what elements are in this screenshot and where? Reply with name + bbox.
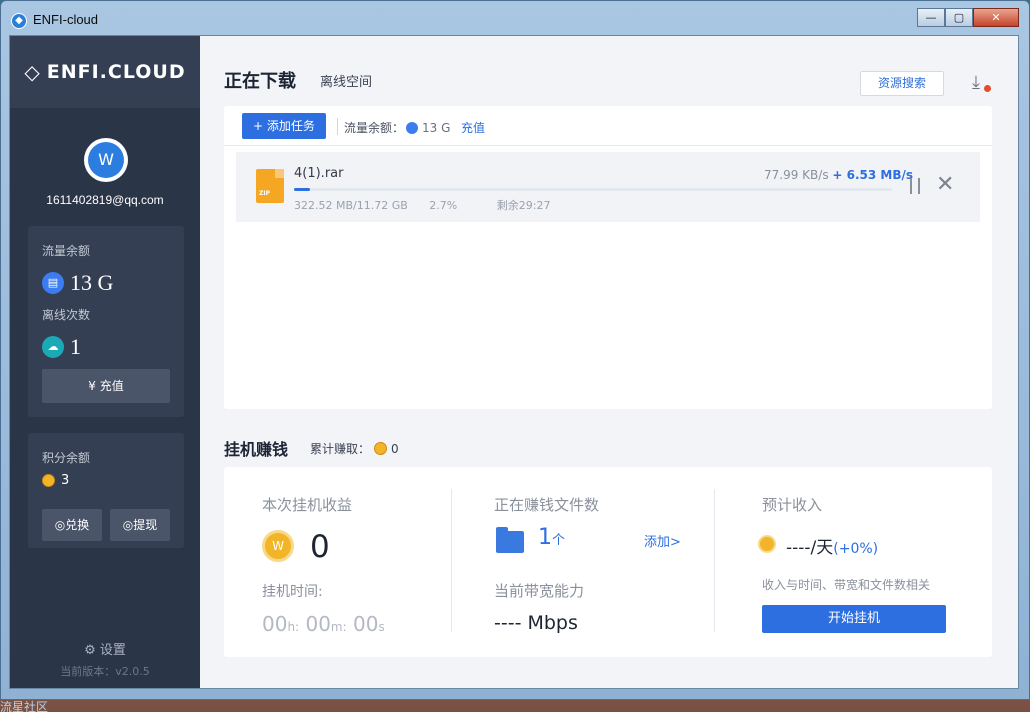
task-size: 322.52 MB/11.72 GB [294,199,408,212]
quota-label: 流量余额： [344,121,405,135]
add-task-button[interactable]: + 添加任务 [242,113,326,139]
download-task-row[interactable]: ZIP 4(1).rar 322.52 MB/11.72 GB 2.7% 剩余2… [236,152,980,222]
speed-boost: + 6.53 MB/s [832,168,914,182]
notification-dot [984,85,991,92]
withdraw-button[interactable]: ◎提现 [110,509,170,541]
column-divider [451,489,452,632]
income-value: 0 [310,529,330,565]
column-divider [714,489,715,632]
task-progress-bar [294,188,892,191]
logo-text: ENFI.CLOUD [46,61,186,83]
estimate-label: 预计收入 [762,496,823,514]
task-remaining: 剩余29:27 [496,199,551,212]
database-icon: ▤ [42,272,64,294]
points-row: 3 [42,473,69,488]
logo: ◇ ENFI.CLOUD [10,36,200,108]
points-card: 积分余额 3 ◎兑换 ◎提现 [28,433,184,548]
points-value: 3 [61,473,70,488]
wings-icon: W [88,142,124,178]
earning-title: 挂机赚钱 [224,440,289,459]
duration-value: 00h: 00m: 00s [262,612,385,636]
yuan-icon: ¥ [88,379,100,393]
task-speed: 77.99 KB/s + 6.53 MB/s [764,168,913,182]
add-file-link[interactable]: 添加> [644,531,681,550]
close-window-button[interactable]: ✕ [973,8,1019,27]
maximize-button[interactable]: ▢ [945,8,973,27]
minimize-button[interactable]: — [917,8,945,27]
cancel-task-icon[interactable]: ✕ [936,174,954,196]
file-badge: ZIP [259,190,270,197]
duration-label: 挂机时间: [262,584,323,600]
task-progress-fill [294,188,311,191]
app-icon: ◆ [11,13,27,29]
zip-file-icon: ZIP [256,169,284,203]
cloud-icon: ☁ [42,336,64,358]
flow-balance-label: 流量余额 [42,244,91,258]
gem-icon: ◇ [24,60,41,84]
offline-count-value: 1 [70,334,81,359]
total-earned-value: 0 [391,441,399,456]
coin-icon [374,442,388,455]
main-content: 正在下载 离线空间 资源搜索 ⤓ + 添加任务 流量余额： 13 G 充值 ZI… [200,36,1018,688]
recharge-button[interactable]: ¥ 充值 [42,369,170,403]
offline-count-label: 离线次数 [42,308,91,322]
coin-icon [42,474,55,487]
income-label: 本次挂机收益 [262,496,353,514]
download-panel: + 添加任务 流量余额： 13 G 充值 ZIP 4(1).rar 322.52… [224,106,992,409]
gear-icon: ⚙ [84,643,100,658]
total-earned: 累计赚取： 0 [310,440,399,457]
folder-icon [496,527,524,553]
earning-files-value: 1个 [538,525,566,550]
plus-icon: + [253,119,267,133]
estimate-note: 收入与时间、带宽和文件数相关 [762,578,931,592]
quota-value: 13 G [422,120,451,135]
exchange-icon: ◎ [54,518,66,532]
task-file-name: 4(1).rar [294,166,344,181]
version-text: 当前版本：v2.0.5 [60,665,150,678]
offline-count-row: ☁ 1 [42,334,81,360]
earning-panel: 本次挂机收益 W 0 挂机时间: 00h: 00m: 00s 正在赚钱文件数 1… [224,467,992,657]
estimate-value: ----/天(+0%) [786,538,879,558]
offline-space-tab[interactable]: 离线空间 [320,71,372,90]
settings-link[interactable]: ⚙ 设置 [10,639,200,658]
bandwidth-value: ---- Mbps [494,612,578,634]
flow-balance-value: 13 G [70,270,114,295]
start-earning-button[interactable]: 开始挂机 [762,605,946,633]
exchange-button[interactable]: ◎兑换 [42,509,102,541]
withdraw-icon: ◎ [122,518,134,532]
sidebar: ◇ ENFI.CLOUD W 1611402819@qq.com 流量余额 ▤ … [10,36,200,688]
toolbar-divider [337,118,338,135]
withdraw-label: 提现 [133,518,158,532]
exchange-label: 兑换 [65,518,90,532]
database-small-icon [406,121,419,134]
avatar[interactable]: W [84,138,128,182]
add-task-label: 添加任务 [266,119,315,133]
bandwidth-label: 当前带宽能力 [494,582,585,600]
resource-search-button[interactable]: 资源搜索 [860,71,944,96]
total-earned-label: 累计赚取： [310,442,371,456]
recharge-label: 充值 [99,379,124,393]
quota-info: 流量余额： 13 G [344,119,450,136]
balance-card: 流量余额 ▤ 13 G 离线次数 ☁ 1 ¥ 充值 [28,226,184,417]
pause-icon[interactable] [908,178,922,194]
window-title: ENFI-cloud [33,12,99,27]
coin-large-icon: W [262,530,294,562]
settings-label: 设置 [99,643,126,658]
earning-files-label: 正在赚钱文件数 [494,496,600,514]
task-percent: 2.7% [429,199,458,212]
taskbar-label[interactable]: 流星社区 [0,698,48,712]
title-bar[interactable]: ◆ ENFI-cloud — ▢ ✕ [1,1,1029,35]
client-area: ◇ ENFI.CLOUD W 1611402819@qq.com 流量余额 ▤ … [9,35,1019,689]
download-toolbar: + 添加任务 流量余额： 13 G 充值 [224,106,992,146]
window-controls: — ▢ ✕ [917,8,1019,27]
task-meta: 322.52 MB/11.72 GB 2.7% 剩余29:27 [294,197,550,213]
user-email: 1611402819@qq.com [46,193,164,207]
topup-link[interactable]: 充值 [461,119,485,136]
downloads-title[interactable]: 正在下载 [224,67,296,93]
app-window: ◆ ENFI-cloud — ▢ ✕ ◇ ENFI.CLOUD W 161140… [0,0,1030,700]
flow-balance-row: ▤ 13 G [42,270,113,296]
points-label: 积分余额 [42,451,91,465]
speed-base: 77.99 KB/s [764,168,829,182]
coin-icon [758,535,776,553]
